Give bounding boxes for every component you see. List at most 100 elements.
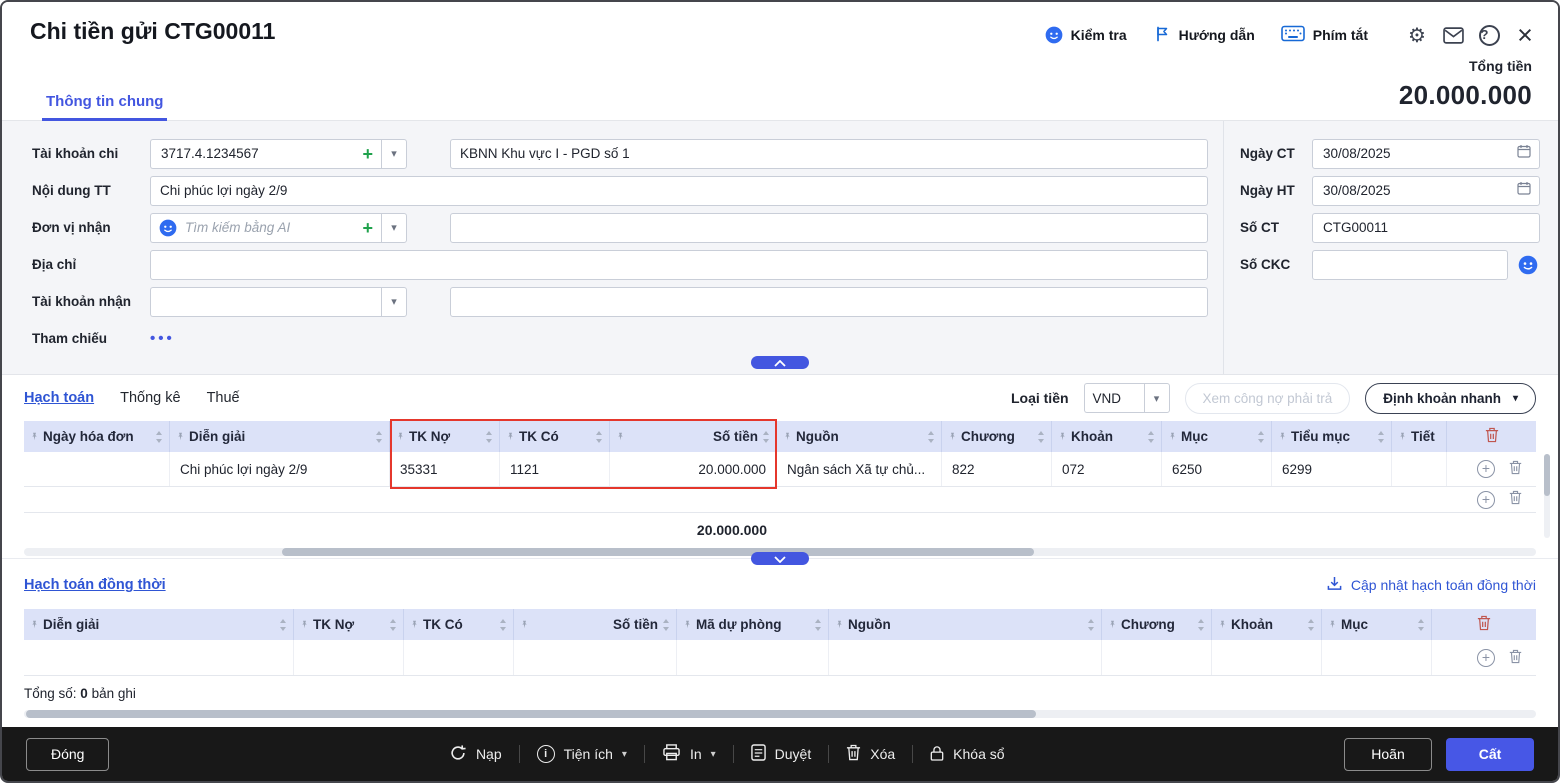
col-detail[interactable]: Tiết <box>1392 421 1447 452</box>
pin-icon[interactable] <box>835 619 844 630</box>
view-debt-button[interactable]: Xem công nợ phải trả <box>1184 382 1351 414</box>
update-simultaneous-link[interactable]: Cập nhật hạch toán đồng thời <box>1327 576 1536 594</box>
pin-icon[interactable] <box>1278 431 1287 442</box>
guide-button[interactable]: Hướng dẫn <box>1153 25 1255 46</box>
cell-credit-account[interactable] <box>404 640 514 675</box>
horizontal-scrollbar[interactable] <box>24 710 1536 718</box>
sort-icon[interactable] <box>595 430 603 443</box>
pin-icon[interactable] <box>396 431 405 442</box>
vertical-scrollbar[interactable] <box>1544 454 1550 538</box>
pin-icon[interactable] <box>948 431 957 442</box>
pin-icon[interactable] <box>520 619 529 630</box>
add-account-icon[interactable]: + <box>362 145 373 163</box>
shortcut-button[interactable]: Phím tắt <box>1280 25 1368 45</box>
delete-row-icon[interactable] <box>1509 649 1522 667</box>
simultaneous-title-link[interactable]: Hạch toán đồng thời <box>24 577 166 593</box>
receiver-account-input[interactable] <box>159 287 373 316</box>
tab-thue[interactable]: Thuế <box>207 390 240 406</box>
pin-icon[interactable] <box>410 619 419 630</box>
receiver-account-dropdown-icon[interactable]: ▾ <box>381 286 407 317</box>
table-row-empty[interactable]: + <box>24 640 1536 676</box>
calendar-icon[interactable] <box>1517 144 1531 163</box>
sort-icon[interactable] <box>499 618 507 631</box>
cell-sub-section[interactable]: 6299 <box>1272 452 1392 486</box>
col-description[interactable]: Diễn giải <box>24 609 294 640</box>
sort-icon[interactable] <box>1257 430 1265 443</box>
account-pay-input[interactable] <box>159 139 357 168</box>
cell-description[interactable]: Chi phúc lợi ngày 2/9 <box>170 452 390 486</box>
cell-item[interactable]: 072 <box>1052 452 1162 486</box>
posting-date-input[interactable] <box>1321 176 1511 205</box>
feedback-mail-icon[interactable] <box>1440 22 1466 48</box>
sort-icon[interactable] <box>762 430 770 443</box>
lock-button[interactable]: Khóa sổ <box>930 745 1005 764</box>
reload-button[interactable]: Nạp <box>449 744 502 765</box>
cell-source[interactable]: Ngân sách Xã tự chủ... <box>777 452 942 486</box>
sort-icon[interactable] <box>1417 618 1425 631</box>
print-button[interactable]: In ▾ <box>662 744 716 764</box>
sort-icon[interactable] <box>1377 430 1385 443</box>
pin-icon[interactable] <box>616 431 625 442</box>
pin-icon[interactable] <box>1058 431 1067 442</box>
cell-credit-account[interactable]: 1121 <box>500 452 610 486</box>
col-section[interactable]: Mục <box>1322 609 1432 640</box>
col-sub-section[interactable]: Tiểu mục <box>1272 421 1392 452</box>
receiver-unit-name-input[interactable] <box>450 212 1208 243</box>
col-description[interactable]: Diễn giải <box>170 421 390 452</box>
pin-icon[interactable] <box>176 431 185 442</box>
sort-icon[interactable] <box>1037 430 1045 443</box>
collapse-grid-button[interactable] <box>751 552 809 565</box>
cell-detail[interactable] <box>1392 452 1447 486</box>
col-item[interactable]: Khoản <box>1212 609 1322 640</box>
payment-content-input[interactable] <box>150 175 1208 206</box>
add-receiver-icon[interactable]: + <box>362 219 373 237</box>
cell-description[interactable] <box>24 640 294 675</box>
close-icon[interactable]: × <box>1512 22 1538 49</box>
col-debit-account[interactable]: TK Nợ <box>390 421 500 452</box>
sort-icon[interactable] <box>662 618 670 631</box>
col-item[interactable]: Khoản <box>1052 421 1162 452</box>
reference-more-button[interactable]: ••• <box>150 330 175 347</box>
col-source[interactable]: Nguồn <box>829 609 1102 640</box>
pin-icon[interactable] <box>1108 619 1117 630</box>
pin-icon[interactable] <box>1168 431 1177 442</box>
collapse-form-button[interactable] <box>751 356 809 369</box>
approve-button[interactable]: Duyệt <box>750 744 811 764</box>
cell-debit-account[interactable] <box>294 640 404 675</box>
sort-icon[interactable] <box>375 430 383 443</box>
close-button[interactable]: Đóng <box>26 737 110 771</box>
currency-select[interactable]: VND ▾ <box>1083 383 1170 413</box>
delete-column-icon[interactable] <box>1477 615 1491 634</box>
col-credit-account[interactable]: TK Có <box>404 609 514 640</box>
cell-source[interactable] <box>829 640 1102 675</box>
sort-icon[interactable] <box>927 430 935 443</box>
table-row-new[interactable]: + <box>24 487 1536 513</box>
table-row[interactable]: Chi phúc lợi ngày 2/9 35331 1121 20.000.… <box>24 452 1536 487</box>
voucher-date-input[interactable] <box>1321 139 1511 168</box>
cell-item[interactable] <box>1212 640 1322 675</box>
col-amount[interactable]: Số tiền <box>610 421 777 452</box>
pin-icon[interactable] <box>1328 619 1337 630</box>
tab-thong-ke[interactable]: Thống kê <box>120 390 180 406</box>
col-provision-code[interactable]: Mã dự phòng <box>677 609 829 640</box>
cell-amount[interactable]: 20.000.000 <box>610 452 777 486</box>
scrollbar-thumb[interactable] <box>26 710 1036 718</box>
utilities-button[interactable]: i Tiện ích ▾ <box>536 745 627 763</box>
cell-provision-code[interactable] <box>677 640 829 675</box>
sort-icon[interactable] <box>1307 618 1315 631</box>
quick-entry-button[interactable]: Định khoản nhanh ▾ <box>1365 382 1536 414</box>
col-debit-account[interactable]: TK Nợ <box>294 609 404 640</box>
calendar-icon[interactable] <box>1517 181 1531 200</box>
delete-row-icon[interactable] <box>1509 460 1522 478</box>
sort-icon[interactable] <box>1197 618 1205 631</box>
help-icon[interactable]: ? <box>1476 22 1502 48</box>
pin-icon[interactable] <box>30 619 39 630</box>
sort-icon[interactable] <box>485 430 493 443</box>
postpone-button[interactable]: Hoãn <box>1344 737 1432 771</box>
col-amount[interactable]: Số tiền <box>514 609 677 640</box>
cell-debit-account[interactable]: 35331 <box>390 452 500 486</box>
account-pay-dropdown-icon[interactable]: ▾ <box>381 138 407 169</box>
sort-icon[interactable] <box>279 618 287 631</box>
col-invoice-date[interactable]: Ngày hóa đơn <box>24 421 170 452</box>
delete-row-icon[interactable] <box>1509 490 1522 510</box>
